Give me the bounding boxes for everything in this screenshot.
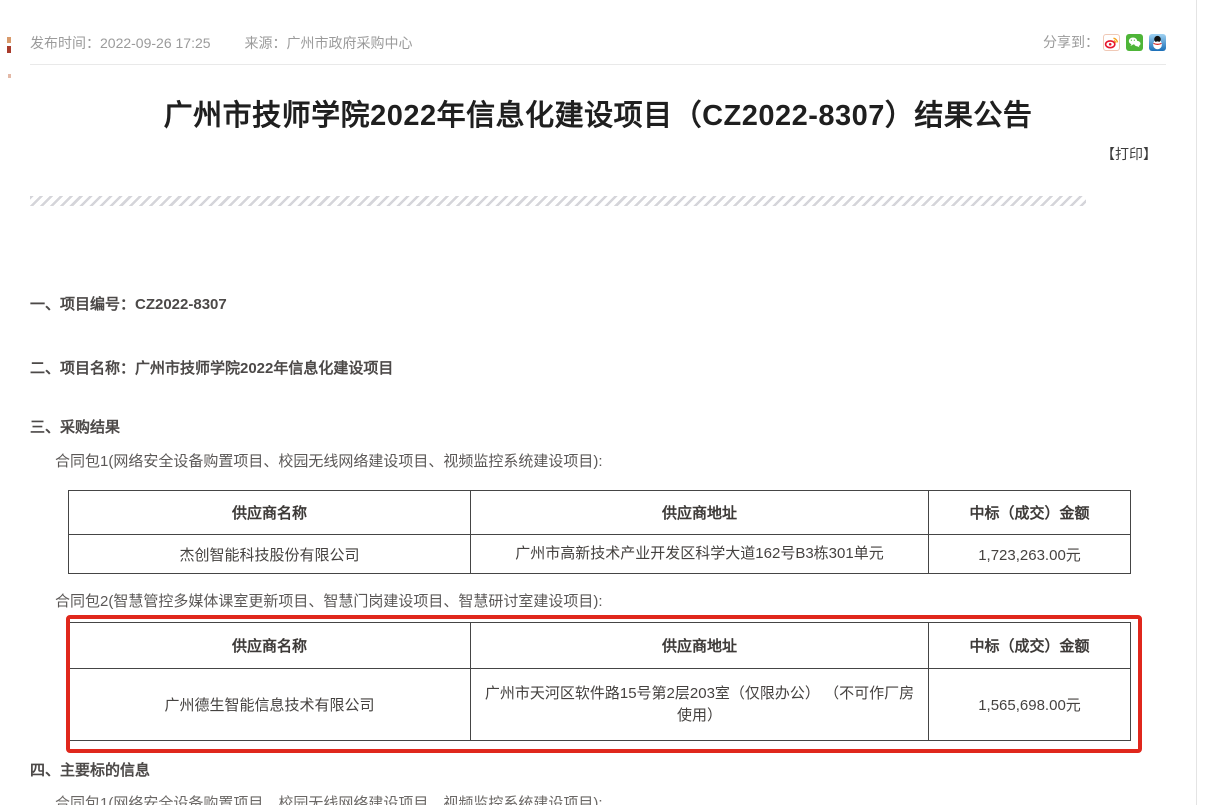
section-main-subject-info: 四、主要标的信息	[30, 759, 150, 780]
header-award-amount: 中标（成交）金额	[929, 623, 1131, 669]
meta-bar: 发布时间：2022-09-26 17:25 来源：广州市政府采购中心	[30, 33, 413, 53]
print-button[interactable]: 【打印】	[1101, 144, 1157, 164]
section-project-number: 一、项目编号：CZ2022-8307	[30, 293, 227, 314]
award-amount-cell: 1,723,263.00元	[929, 535, 1131, 574]
table-row: 广州德生智能信息技术有限公司 广州市天河区软件路15号第2层203室（仅限办公）…	[69, 669, 1131, 741]
share-label: 分享到：	[1043, 32, 1099, 52]
page-title: 广州市技师学院2022年信息化建设项目（CZ2022-8307）结果公告	[0, 92, 1196, 134]
content-right-border	[1196, 0, 1197, 805]
header-supplier-address: 供应商地址	[471, 623, 929, 669]
red-artifact-mark	[8, 74, 11, 78]
package2-table: 供应商名称 供应商地址 中标（成交）金额 广州德生智能信息技术有限公司 广州市天…	[68, 622, 1131, 741]
red-artifact-mark	[7, 37, 11, 43]
header-supplier-address: 供应商地址	[471, 491, 929, 535]
supplier-address-cell: 广州市天河区软件路15号第2层203室（仅限办公） （不可作厂房使用）	[471, 669, 929, 741]
source-label: 来源：	[245, 35, 287, 51]
share-bar: 分享到：	[1043, 32, 1166, 52]
publish-time-label: 发布时间：	[30, 35, 100, 51]
source-value: 广州市政府采购中心	[287, 35, 413, 51]
table-header-row: 供应商名称 供应商地址 中标（成交）金额	[69, 491, 1131, 535]
meta-divider	[30, 64, 1166, 65]
publish-time-value: 2022-09-26 17:25	[100, 35, 211, 51]
qq-icon[interactable]	[1149, 34, 1166, 51]
table-header-row: 供应商名称 供应商地址 中标（成交）金额	[69, 623, 1131, 669]
package1-label: 合同包1(网络安全设备购置项目、校园无线网络建设项目、视频监控系统建设项目):	[55, 450, 603, 471]
red-artifact-mark	[7, 46, 11, 53]
section-project-name: 二、项目名称：广州市技师学院2022年信息化建设项目	[30, 357, 393, 378]
header-supplier-name: 供应商名称	[69, 491, 471, 535]
header-award-amount: 中标（成交）金额	[929, 491, 1131, 535]
package1-table: 供应商名称 供应商地址 中标（成交）金额 杰创智能科技股份有限公司 广州市高新技…	[68, 490, 1131, 574]
award-amount-cell: 1,565,698.00元	[929, 669, 1131, 741]
table-row: 杰创智能科技股份有限公司 广州市高新技术产业开发区科学大道162号B3栋301单…	[69, 535, 1131, 574]
package2-label: 合同包2(智慧管控多媒体课室更新项目、智慧门岗建设项目、智慧研讨室建设项目):	[55, 590, 603, 611]
clipped-next-line: 合同包1(网络安全设备购置项目、校园无线网络建设项目、视频监控系统建设项目):	[55, 792, 603, 805]
header-supplier-name: 供应商名称	[69, 623, 471, 669]
hatched-divider	[30, 196, 1086, 206]
supplier-name-cell: 杰创智能科技股份有限公司	[69, 535, 471, 574]
announcement-page: 发布时间：2022-09-26 17:25 来源：广州市政府采购中心 分享到：	[0, 0, 1218, 805]
weibo-icon[interactable]	[1103, 34, 1120, 51]
supplier-name-cell: 广州德生智能信息技术有限公司	[69, 669, 471, 741]
section-procurement-result: 三、采购结果	[30, 416, 120, 437]
supplier-address-cell: 广州市高新技术产业开发区科学大道162号B3栋301单元	[471, 535, 929, 574]
wechat-icon[interactable]	[1126, 34, 1143, 51]
